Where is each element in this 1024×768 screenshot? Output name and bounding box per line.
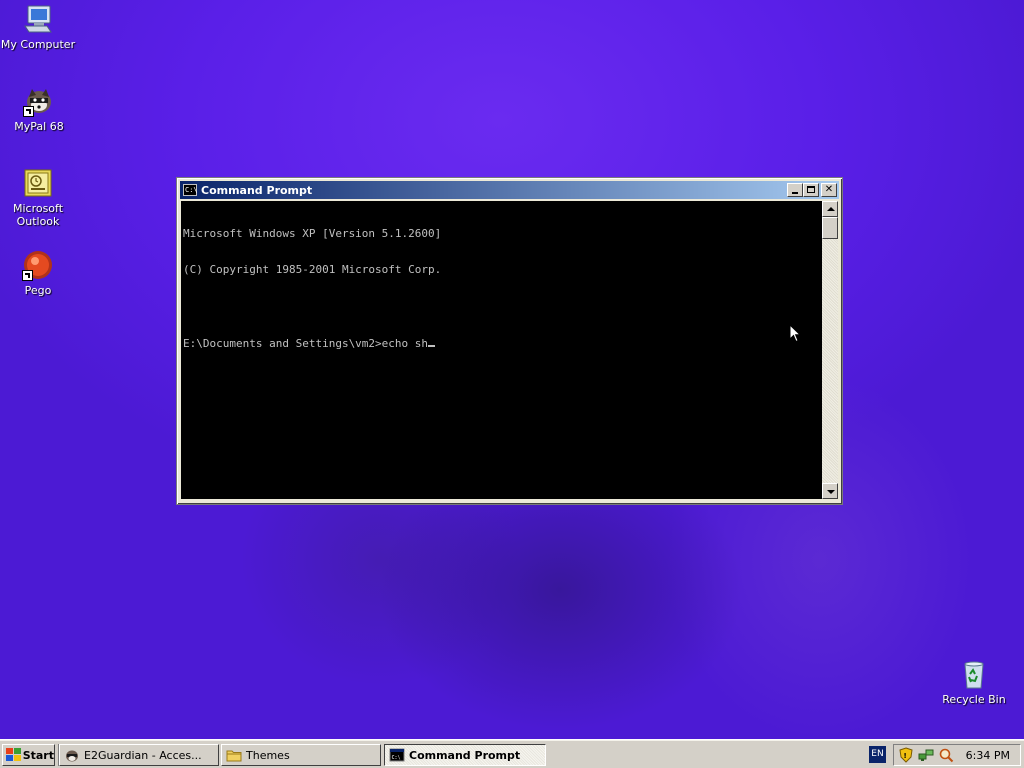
- text-cursor: [428, 345, 436, 348]
- desktop-icon-label: Microsoft Outlook: [0, 202, 78, 228]
- mypal-icon: [23, 85, 55, 117]
- minimize-icon: [792, 192, 798, 194]
- caption-buttons: ✕: [787, 183, 837, 197]
- taskbar-item-command-prompt[interactable]: C:\ Command Prompt: [384, 744, 546, 766]
- folder-icon: [226, 747, 242, 763]
- cmd-icon: C:\: [183, 184, 198, 196]
- security-shield-icon[interactable]: !: [898, 747, 914, 763]
- svg-text:!: !: [904, 752, 907, 760]
- desktop-icon-outlook[interactable]: Microsoft Outlook: [0, 167, 78, 228]
- console-line: Microsoft Windows XP [Version 5.1.2600]: [183, 226, 442, 240]
- start-label: Start: [22, 748, 54, 762]
- system-tray: ! 6:34 PM: [893, 744, 1021, 766]
- taskbar-item-label: Themes: [246, 748, 290, 762]
- windows-logo-icon: [6, 748, 21, 762]
- command-prompt-window[interactable]: C:\ Command Prompt ✕ Microsoft Windows X…: [176, 177, 843, 505]
- network-icon[interactable]: [918, 747, 934, 763]
- desktop-icon-label: Recycle Bin: [942, 693, 1006, 706]
- shortcut-arrow-icon: [23, 106, 34, 117]
- taskbar-item-label: E2Guardian - Acces...: [84, 748, 202, 762]
- console-prompt-line: E:\Documents and Settings\vm2>echo sh: [183, 338, 820, 350]
- clock[interactable]: 6:34 PM: [966, 749, 1010, 762]
- desktop-icon-label: My Computer: [0, 38, 76, 51]
- desktop-icon-label-line1: Microsoft: [12, 202, 64, 215]
- cmd-icon: C:\: [389, 747, 405, 763]
- desktop-icon-my-computer[interactable]: My Computer: [0, 3, 78, 51]
- window-title: Command Prompt: [201, 183, 313, 197]
- taskbar-item-themes[interactable]: Themes: [221, 744, 381, 766]
- desktop-icon-pego[interactable]: Pego: [0, 249, 78, 297]
- taskbar: Start E2Guardian - Acces... Themes C:\ C…: [0, 739, 1024, 768]
- scroll-up-button[interactable]: [822, 201, 838, 217]
- close-icon: ✕: [824, 184, 834, 195]
- maximize-icon: [807, 186, 815, 193]
- shortcut-arrow-icon: [22, 270, 33, 281]
- scroll-down-button[interactable]: [822, 483, 838, 499]
- maximize-button[interactable]: [803, 183, 819, 197]
- mypal-icon: [64, 747, 80, 763]
- desktop-icon-recycle-bin[interactable]: Recycle Bin: [934, 658, 1014, 706]
- desktop-icon-label: MyPal 68: [14, 120, 64, 133]
- console-output[interactable]: Microsoft Windows XP [Version 5.1.2600] …: [181, 201, 822, 499]
- outlook-icon: [22, 167, 54, 199]
- scrollbar-thumb[interactable]: [822, 217, 838, 239]
- desktop-icon-label-line2: Outlook: [16, 215, 60, 228]
- arrow-up-icon: [827, 207, 835, 211]
- pego-icon: [22, 249, 54, 281]
- language-indicator[interactable]: EN: [869, 746, 886, 763]
- console-prompt-text: E:\Documents and Settings\vm2>echo sh: [183, 337, 429, 351]
- window-titlebar[interactable]: C:\ Command Prompt ✕: [180, 181, 839, 199]
- taskbar-item-label: Command Prompt: [409, 748, 521, 762]
- taskbar-item-e2guardian[interactable]: E2Guardian - Acces...: [59, 744, 219, 766]
- my-computer-icon: [22, 3, 54, 35]
- search-icon[interactable]: [938, 747, 954, 763]
- console-line: (C) Copyright 1985-2001 Microsoft Corp.: [183, 263, 442, 277]
- vertical-scrollbar[interactable]: [822, 201, 838, 499]
- recycle-bin-icon: [958, 658, 990, 690]
- svg-text:C:\: C:\: [392, 755, 401, 761]
- desktop-icon-mypal[interactable]: MyPal 68: [0, 85, 79, 133]
- close-button[interactable]: ✕: [821, 183, 837, 197]
- start-button[interactable]: Start: [2, 744, 55, 766]
- desktop-icon-label: Pego: [24, 284, 52, 297]
- minimize-button[interactable]: [787, 183, 803, 197]
- mouse-pointer-icon: [789, 324, 801, 343]
- arrow-down-icon: [827, 490, 835, 494]
